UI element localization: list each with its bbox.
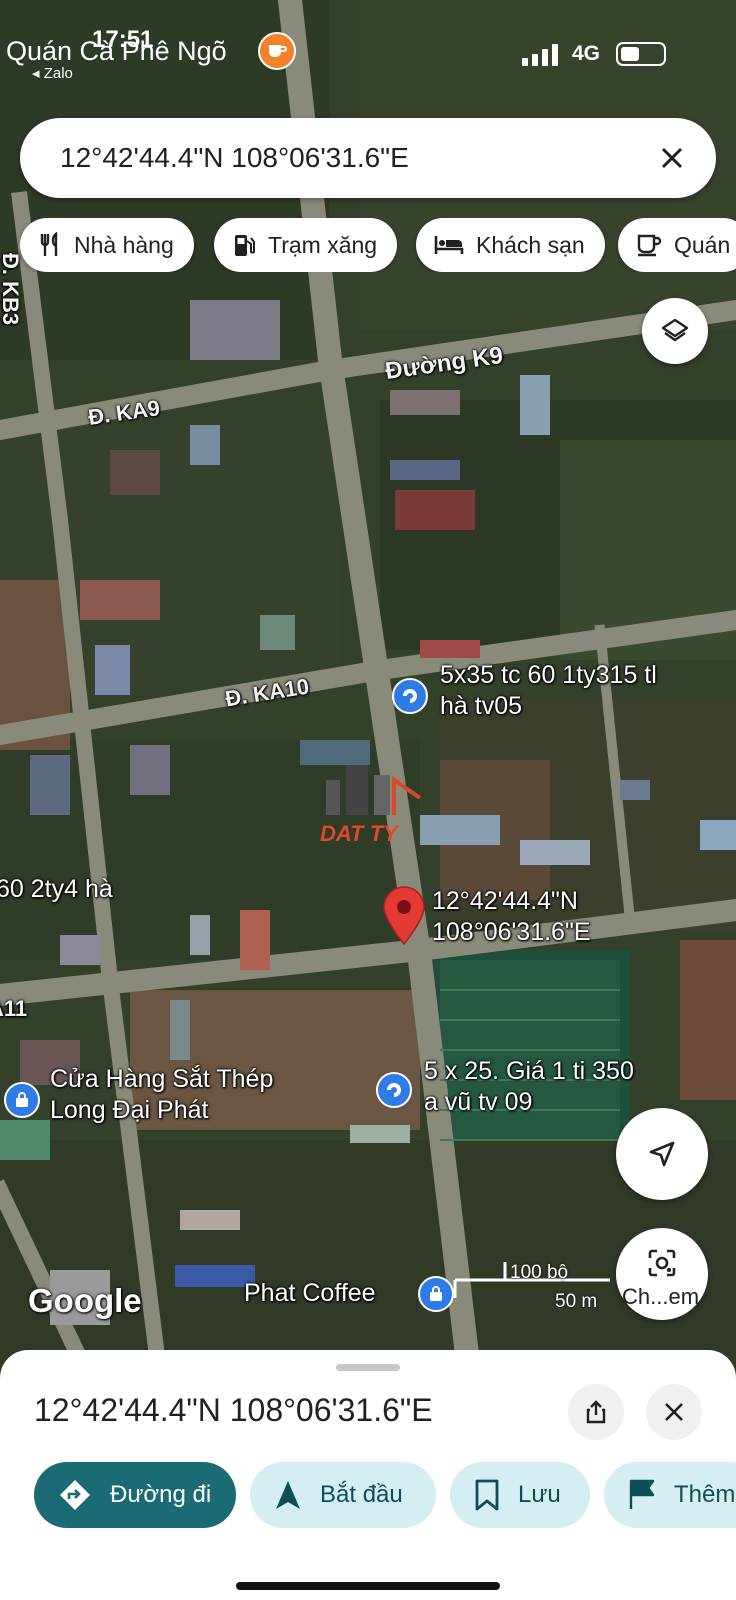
close-sheet-button[interactable] — [646, 1384, 702, 1440]
chip-cafes[interactable]: Quán — [618, 218, 736, 272]
save-label: Lưu — [518, 1481, 561, 1508]
status-bar: 17:51 Quán Cà Phê Ngõ ◂ Zalo 4G — [0, 0, 736, 100]
layers-icon — [661, 318, 689, 342]
google-logo: Google — [28, 1282, 142, 1319]
road-label-a11: A11 — [0, 996, 28, 1021]
search-query[interactable]: 12°42'44.4"N 108°06'31.6"E — [60, 142, 409, 174]
navigation-arrow-icon — [649, 1141, 675, 1167]
place-bottom-sheet[interactable]: 12°42'44.4"N 108°06'31.6"E Đường đi Bắt … — [0, 1350, 736, 1600]
place-title: 12°42'44.4"N 108°06'31.6"E — [34, 1392, 433, 1428]
watermark-text: DAT TY — [320, 821, 398, 846]
close-icon — [661, 147, 683, 169]
chip-label: Khách sạn — [476, 231, 585, 258]
place-label-line: a vũ tv 09 — [424, 1088, 533, 1116]
search-bar[interactable]: 12°42'44.4"N 108°06'31.6"E — [20, 118, 716, 198]
chip-gas-stations[interactable]: Trạm xăng — [214, 218, 398, 272]
scale-feet: 100 bộ — [510, 1262, 569, 1283]
save-button[interactable]: Lưu — [450, 1462, 590, 1528]
chip-label: Quán — [674, 231, 731, 258]
camera-search-icon — [648, 1249, 676, 1277]
shop-label-line: Long Đại Phát — [50, 1096, 209, 1124]
battery-icon — [616, 42, 666, 66]
scale-meters: 50 m — [555, 1291, 598, 1312]
signal-bars-icon — [522, 44, 558, 66]
shopping-bag-pin-icon[interactable] — [4, 1082, 40, 1118]
clear-search-button[interactable] — [650, 136, 694, 180]
place-label-line: hà tv05 — [440, 692, 523, 720]
more-button[interactable]: Thêm — [604, 1462, 736, 1528]
satellite-map[interactable]: Đ. KB3 Đường K9 Đ. KA9 Đ. KA10 A11 5x35 … — [0, 0, 736, 1380]
directions-button[interactable]: Đường đi — [34, 1462, 236, 1528]
directions-label: Đường đi — [110, 1481, 212, 1508]
gas-pump-icon — [235, 235, 255, 256]
network-type: 4G — [572, 42, 601, 65]
place-label-line: 5x35 tc 60 1ty315 tl — [440, 661, 657, 689]
shop-label[interactable]: Cửa Hàng Sắt Thép Long Đại Phát — [50, 1064, 273, 1126]
place-label[interactable]: 5 x 25. Giá 1 ti 350 a vũ tv 09 — [424, 1056, 634, 1118]
home-indicator[interactable] — [236, 1582, 500, 1590]
shop-label-line: Cửa Hàng Sắt Thép — [50, 1065, 274, 1093]
fork-knife-icon — [40, 232, 58, 256]
dropped-pin-lng: 108°06'31.6"E — [432, 918, 591, 946]
watermark-building-icon — [326, 765, 422, 815]
drag-handle[interactable] — [336, 1364, 400, 1371]
chip-label: Trạm xăng — [268, 231, 378, 258]
place-label-partial[interactable]: 60 2ty4 hà — [0, 874, 113, 905]
share-icon — [586, 1400, 606, 1424]
category-chips: Nhà hàng Trạm xăng Khách sạn Quán — [20, 218, 736, 272]
parking-pin-icon[interactable] — [392, 678, 428, 714]
layers-button[interactable] — [642, 298, 708, 364]
directions-icon — [60, 1480, 90, 1510]
coffee-cup-icon — [637, 234, 662, 257]
dropped-pin-label: 12°42'44.4"N 108°06'31.6"E — [432, 886, 591, 948]
more-label: Thêm — [674, 1481, 736, 1508]
start-button[interactable]: Bắt đầu — [250, 1462, 436, 1528]
chip-label: Nhà hàng — [74, 231, 174, 258]
flag-icon — [629, 1479, 655, 1509]
my-location-button[interactable] — [616, 1108, 708, 1200]
dropped-pin-icon[interactable] — [382, 886, 426, 951]
lens-label[interactable]: Ch...em — [622, 1284, 699, 1310]
place-label-line: 5 x 25. Giá 1 ti 350 — [424, 1057, 634, 1085]
phat-coffee-label[interactable]: Phat Coffee — [244, 1278, 376, 1309]
close-icon — [665, 1403, 683, 1421]
start-label: Bắt đầu — [320, 1481, 403, 1508]
back-to-app-link[interactable]: ◂ Zalo — [32, 64, 73, 82]
dropped-pin-lat: 12°42'44.4"N — [432, 887, 578, 915]
place-name-label[interactable]: Quán Cà Phê Ngõ — [6, 36, 227, 67]
chip-hotels[interactable]: Khách sạn — [416, 218, 605, 272]
watermark-logo: DAT TY — [316, 760, 426, 846]
share-button[interactable] — [568, 1384, 624, 1440]
shopping-bag-pin-icon[interactable] — [418, 1276, 454, 1312]
coffee-place-icon[interactable] — [258, 32, 296, 70]
bookmark-icon — [475, 1479, 499, 1511]
navigation-arrow-icon — [276, 1481, 300, 1509]
bed-icon — [434, 236, 464, 254]
chip-restaurants[interactable]: Nhà hàng — [20, 218, 194, 272]
place-label[interactable]: 5x35 tc 60 1ty315 tl hà tv05 — [440, 660, 657, 722]
parking-pin-icon[interactable] — [376, 1072, 412, 1108]
